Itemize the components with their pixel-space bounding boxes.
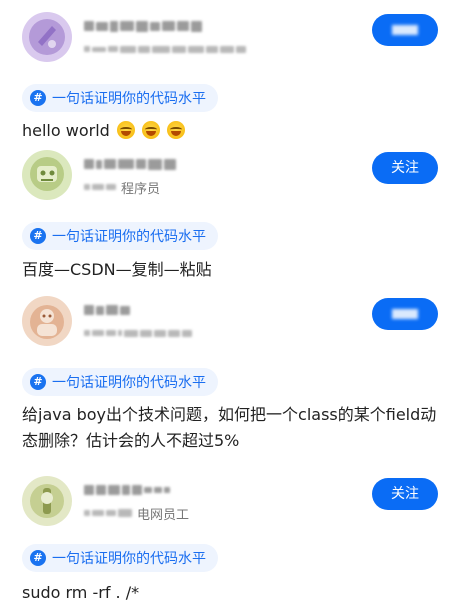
topic-label: 一句话证明你的代码水平 bbox=[52, 551, 206, 567]
topic-tag[interactable]: # 一句话证明你的代码水平 bbox=[22, 222, 218, 250]
post-item: 程序员 关注 # 一句话证明你的代码水平 百度—CSDN—复制—粘贴 bbox=[0, 150, 462, 279]
post-header: 电网员工 关注 bbox=[0, 476, 462, 544]
topic-label: 一句话证明你的代码水平 bbox=[52, 91, 206, 107]
user-meta: 电网员工 bbox=[84, 505, 190, 523]
username-obscured[interactable] bbox=[84, 302, 130, 318]
laughing-emoji-icon bbox=[142, 121, 160, 139]
topic-tag[interactable]: # 一句话证明你的代码水平 bbox=[22, 84, 218, 112]
avatar[interactable] bbox=[22, 296, 72, 346]
post-feed: # 一句话证明你的代码水平 hello world 程序员 关注 # 一句话证明… bbox=[0, 0, 462, 616]
hashtag-icon: # bbox=[30, 374, 46, 390]
avatar[interactable] bbox=[22, 476, 72, 526]
post-item: # 一句话证明你的代码水平 给java boy出个技术问题，如何把一个class… bbox=[0, 296, 462, 450]
post-text: sudo rm -rf . /* bbox=[22, 583, 140, 602]
post-item: 电网员工 关注 # 一句话证明你的代码水平 sudo rm -rf . /* bbox=[0, 476, 462, 602]
post-text: hello world bbox=[22, 121, 110, 140]
post-text: 百度—CSDN—复制—粘贴 bbox=[22, 260, 212, 279]
follow-button[interactable] bbox=[372, 14, 438, 46]
post-item: # 一句话证明你的代码水平 hello world bbox=[0, 12, 462, 140]
follow-label-obscured bbox=[392, 25, 418, 35]
hashtag-icon: # bbox=[30, 90, 46, 106]
follow-button[interactable]: 关注 bbox=[372, 478, 438, 510]
follow-label-obscured bbox=[392, 309, 418, 319]
post-body: sudo rm -rf . /* bbox=[22, 580, 442, 606]
post-header bbox=[0, 296, 462, 364]
avatar[interactable] bbox=[22, 150, 72, 200]
post-header: 程序员 关注 bbox=[0, 150, 462, 218]
user-meta-obscured bbox=[84, 325, 192, 341]
topic-label: 一句话证明你的代码水平 bbox=[52, 229, 206, 245]
user-title: 电网员工 bbox=[137, 507, 190, 523]
laughing-emoji-icon bbox=[116, 121, 135, 139]
avatar[interactable] bbox=[22, 12, 72, 62]
topic-tag[interactable]: # 一句话证明你的代码水平 bbox=[22, 368, 218, 396]
post-text: 给java boy出个技术问题，如何把一个class的某个field动态删除？估… bbox=[22, 405, 437, 450]
post-body: hello world bbox=[22, 118, 442, 144]
topic-tag[interactable]: # 一句话证明你的代码水平 bbox=[22, 544, 218, 572]
username-obscured[interactable] bbox=[84, 156, 176, 172]
user-meta: 程序员 bbox=[84, 179, 161, 197]
user-title: 程序员 bbox=[121, 181, 161, 197]
post-header bbox=[0, 12, 462, 80]
user-meta-obscured bbox=[84, 41, 246, 57]
hashtag-icon: # bbox=[30, 550, 46, 566]
username-obscured[interactable] bbox=[84, 18, 202, 34]
topic-label: 一句话证明你的代码水平 bbox=[52, 375, 206, 391]
post-body: 百度—CSDN—复制—粘贴 bbox=[22, 257, 442, 283]
username-obscured[interactable] bbox=[84, 482, 170, 498]
laughing-emoji-icon bbox=[167, 121, 186, 139]
post-body: 给java boy出个技术问题，如何把一个class的某个field动态删除？估… bbox=[22, 402, 442, 454]
follow-button[interactable] bbox=[372, 298, 438, 330]
follow-button[interactable]: 关注 bbox=[372, 152, 438, 184]
hashtag-icon: # bbox=[30, 228, 46, 244]
